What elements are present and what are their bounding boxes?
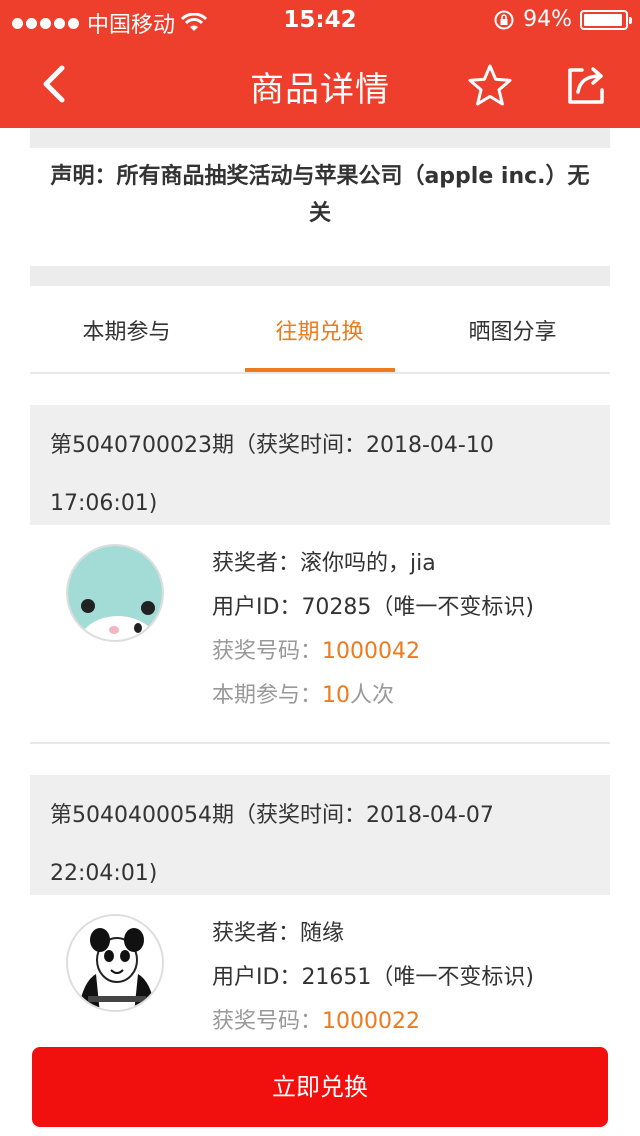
tab-current-participation[interactable]: 本期参与: [30, 314, 223, 346]
participation-row: 本期参与：10人次: [212, 674, 534, 718]
period-header-line-1: 第5040400054期（获奖时间：2018-04-07: [50, 803, 494, 828]
row-divider: [30, 742, 610, 744]
winning-number-label: 获奖号码：: [212, 1009, 323, 1034]
share-icon[interactable]: [562, 62, 610, 110]
orientation-lock-icon: [494, 10, 514, 29]
participation-label: 本期参与：: [212, 683, 323, 708]
winning-number-row: 获奖号码：1000042: [212, 630, 534, 674]
star-icon[interactable]: [466, 62, 514, 110]
winning-number-value: 1000042: [322, 639, 420, 664]
winning-number-value: 1000022: [322, 1009, 420, 1034]
user-id-value: 21651（唯一不变标识): [301, 965, 535, 990]
top-gray-strip: [30, 128, 610, 148]
status-right: 94%: [493, 7, 632, 32]
winning-number-row: 获奖号码：1000022: [212, 1000, 534, 1044]
winner-name: 随缘: [300, 921, 345, 946]
winning-number-label: 获奖号码：: [212, 639, 323, 664]
period-header: 第5040700023期（获奖时间：2018-04-10 17:06:01): [30, 405, 610, 525]
user-id-value: 70285（唯一不变标识): [301, 595, 535, 620]
user-id-row: 用户ID：21651（唯一不变标识): [212, 956, 534, 1000]
user-id-label: 用户ID：: [212, 595, 302, 620]
winner-info: 获奖者：随缘 用户ID：21651（唯一不变标识) 获奖号码：1000022: [212, 912, 534, 1044]
panda-avatar-icon: [68, 546, 162, 640]
disclaimer-line-1: 声明：所有商品抽奖活动与苹果公司（apple inc.）无: [50, 164, 590, 189]
winner-name: 滚你吗的，jia: [300, 551, 436, 576]
tab-bar: 本期参与 往期兑换 晒图分享: [30, 286, 610, 374]
winner-row: 获奖者：随缘: [212, 912, 534, 956]
avatar[interactable]: [66, 544, 164, 642]
winner-label: 获奖者：: [212, 921, 301, 946]
page-title: 商品详情: [250, 70, 390, 110]
period-header-line-2: 17:06:01): [50, 491, 158, 516]
disclaimer-text: 声明：所有商品抽奖活动与苹果公司（apple inc.）无 关: [30, 158, 610, 232]
nav-bar: 商品详情: [0, 40, 640, 128]
battery-percent: 94%: [523, 7, 572, 32]
app-header: 中国移动 15:42 94% 商品详情: [0, 0, 640, 128]
participation-count: 10: [322, 683, 351, 708]
participation-unit: 人次: [350, 683, 395, 708]
status-bar: 中国移动 15:42 94%: [0, 0, 640, 40]
active-tab-indicator: [245, 368, 395, 372]
winner-label: 获奖者：: [212, 551, 301, 576]
battery-level: [584, 13, 622, 26]
redeem-now-button[interactable]: 立即兑换: [32, 1047, 608, 1127]
tab-photo-share[interactable]: 晒图分享: [416, 314, 609, 346]
section-gray-strip: [30, 266, 610, 286]
period-header-line-1: 第5040700023期（获奖时间：2018-04-10: [50, 433, 494, 458]
period-header: 第5040400054期（获奖时间：2018-04-07 22:04:01): [30, 775, 610, 895]
disclaimer-line-2: 关: [308, 201, 331, 226]
winner-row: 获奖者：滚你吗的，jia: [212, 542, 534, 586]
avatar[interactable]: [66, 914, 164, 1012]
tab-past-redemption[interactable]: 往期兑换: [223, 314, 416, 346]
winner-info: 获奖者：滚你吗的，jia 用户ID：70285（唯一不变标识) 获奖号码：100…: [212, 542, 534, 718]
period-header-line-2: 22:04:01): [50, 861, 158, 886]
user-id-row: 用户ID：70285（唯一不变标识): [212, 586, 534, 630]
battery-icon: [580, 9, 632, 30]
panda-meme-avatar-icon: [68, 916, 162, 1010]
user-id-label: 用户ID：: [212, 965, 302, 990]
